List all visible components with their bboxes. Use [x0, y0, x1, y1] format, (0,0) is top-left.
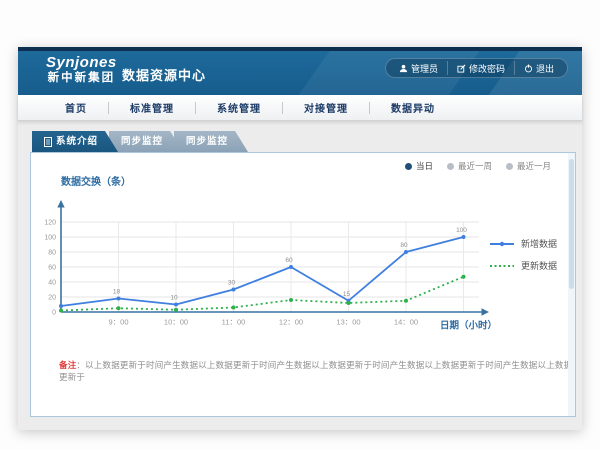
user-icon [399, 64, 408, 73]
data-point [174, 303, 178, 307]
tab-sync-monitor-1[interactable]: 同步监控 [109, 131, 183, 152]
tab-system-intro[interactable]: 系统介绍 [32, 131, 118, 152]
data-point [174, 308, 178, 312]
data-point-label: 30 [228, 280, 236, 287]
x-tick-label: 11：00 [222, 318, 246, 327]
chart-panel: 当日 最近一周 最近一月 数据交换（条） 0 20 40 60 80 100 120 9：00… [30, 152, 576, 417]
scrollbar-thumb[interactable] [569, 159, 574, 289]
radio-today[interactable]: 当日 [405, 160, 433, 172]
radio-last-week[interactable]: 最近一周 [447, 160, 492, 172]
data-point-label: 100 [456, 227, 467, 234]
data-point [404, 299, 408, 303]
data-point-label: 60 [285, 257, 293, 264]
app-window: Synjones 新中新集团 数据资源中心 管理员 修改密码 退出 [18, 47, 582, 430]
data-point [289, 298, 293, 302]
radio-label: 最近一月 [517, 160, 551, 172]
page-background: Synjones 新中新集团 数据资源中心 管理员 修改密码 退出 [0, 0, 600, 450]
radio-unselected-icon [447, 163, 454, 170]
x-axis-arrow [482, 308, 490, 315]
document-icon [44, 137, 52, 147]
change-password-button[interactable]: 修改密码 [447, 61, 514, 75]
user-name-label: 管理员 [411, 62, 438, 75]
chart-legend: 新增数据更新数据 [489, 237, 557, 272]
tab-sync-monitor-2[interactable]: 同步监控 [174, 131, 248, 152]
y-axis-arrow [57, 200, 64, 208]
y-tick-label: 0 [52, 310, 56, 317]
power-icon [524, 64, 533, 73]
radio-selected-icon [405, 163, 412, 170]
y-tick-label: 80 [48, 250, 56, 257]
change-password-label: 修改密码 [469, 62, 505, 75]
x-tick-label: 13：00 [336, 318, 360, 327]
y-tick-label: 100 [44, 235, 56, 242]
tab-label: 同步监控 [121, 131, 163, 152]
data-point [59, 304, 63, 308]
footnote-body: ：以上数据更新于时间产生数据以上数据更新于时间产生数据以上数据更新于时间产生数据… [59, 360, 572, 382]
logout-label: 退出 [536, 62, 554, 75]
tab-label: 系统介绍 [56, 131, 98, 152]
data-point [404, 250, 408, 254]
user-account-button[interactable]: 管理员 [390, 61, 447, 75]
nav-item-data-changes[interactable]: 数据异动 [370, 100, 456, 115]
y-tick-label: 40 [48, 280, 56, 287]
footnote-prefix: 备注 [59, 360, 76, 370]
nav-item-interface-management[interactable]: 对接管理 [283, 100, 369, 115]
legend-label: 新增数据 [521, 237, 557, 250]
y-tick-label: 60 [48, 265, 56, 272]
legend-line-sample [489, 239, 515, 249]
radio-last-month[interactable]: 最近一月 [506, 160, 551, 172]
data-point-label: 15 [343, 291, 351, 298]
x-tick-label: 12：00 [279, 318, 303, 327]
data-point [232, 288, 236, 292]
tab-label: 同步监控 [186, 131, 228, 152]
legend-item-1[interactable]: 更新数据 [489, 259, 557, 272]
chart-area: 0 20 40 60 80 100 120 9：00 10：00 11：00 12：00 13：00 1… [41, 197, 501, 337]
legend-line-sample [489, 261, 515, 271]
logout-button[interactable]: 退出 [514, 61, 563, 75]
y-tick-label: 120 [44, 220, 56, 227]
main-navigation: 首页 标准管理 系统管理 对接管理 数据异动 [18, 95, 582, 121]
data-point [462, 235, 466, 239]
radio-label: 当日 [416, 160, 433, 172]
edit-icon [457, 64, 466, 73]
content-area: 系统介绍 同步监控 同步监控 当日 最近一周 [18, 125, 582, 430]
data-point [347, 301, 351, 305]
radio-label: 最近一周 [458, 160, 492, 172]
y-axis-title: 数据交换（条） [61, 173, 131, 188]
nav-item-standard-management[interactable]: 标准管理 [109, 100, 195, 115]
data-point [462, 275, 466, 279]
data-point [117, 297, 121, 301]
logo-subtext: 新中新集团 [46, 72, 117, 85]
data-point [59, 309, 63, 313]
legend-label: 更新数据 [521, 259, 557, 272]
radio-unselected-icon [506, 163, 513, 170]
app-header: Synjones 新中新集团 数据资源中心 管理员 修改密码 退出 [18, 51, 582, 95]
y-tick-label: 20 [48, 295, 56, 302]
x-tick-label: 10：00 [164, 318, 188, 327]
x-tick-label: 9：00 [108, 318, 128, 327]
tab-strip: 系统介绍 同步监控 同步监控 [32, 131, 248, 152]
page-title: 数据资源中心 [122, 65, 206, 84]
logo-text: Synjones [46, 55, 117, 72]
user-toolbar: 管理员 修改密码 退出 [385, 58, 568, 78]
data-point-label: 10 [170, 295, 178, 302]
x-tick-label: 14：00 [394, 318, 418, 327]
line-chart-svg: 0 20 40 60 80 100 120 9：00 10：00 11：00 12：00 13：00 1… [41, 197, 501, 337]
nav-item-system-management[interactable]: 系统管理 [196, 100, 282, 115]
data-point [232, 306, 236, 310]
period-filter: 当日 最近一周 最近一月 [405, 160, 551, 172]
data-point-label: 80 [400, 242, 408, 249]
footnote: 备注：以上数据更新于时间产生数据以上数据更新于时间产生数据以上数据更新于时间产生… [59, 359, 575, 383]
legend-item-0[interactable]: 新增数据 [489, 237, 557, 250]
data-point [117, 306, 121, 310]
nav-item-home[interactable]: 首页 [44, 100, 108, 115]
data-point-label: 18 [113, 289, 121, 296]
scrollbar[interactable] [568, 153, 575, 416]
x-axis-title: 日期（小时） [440, 320, 497, 332]
data-point [289, 265, 293, 269]
company-logo: Synjones 新中新集团 [46, 55, 117, 84]
